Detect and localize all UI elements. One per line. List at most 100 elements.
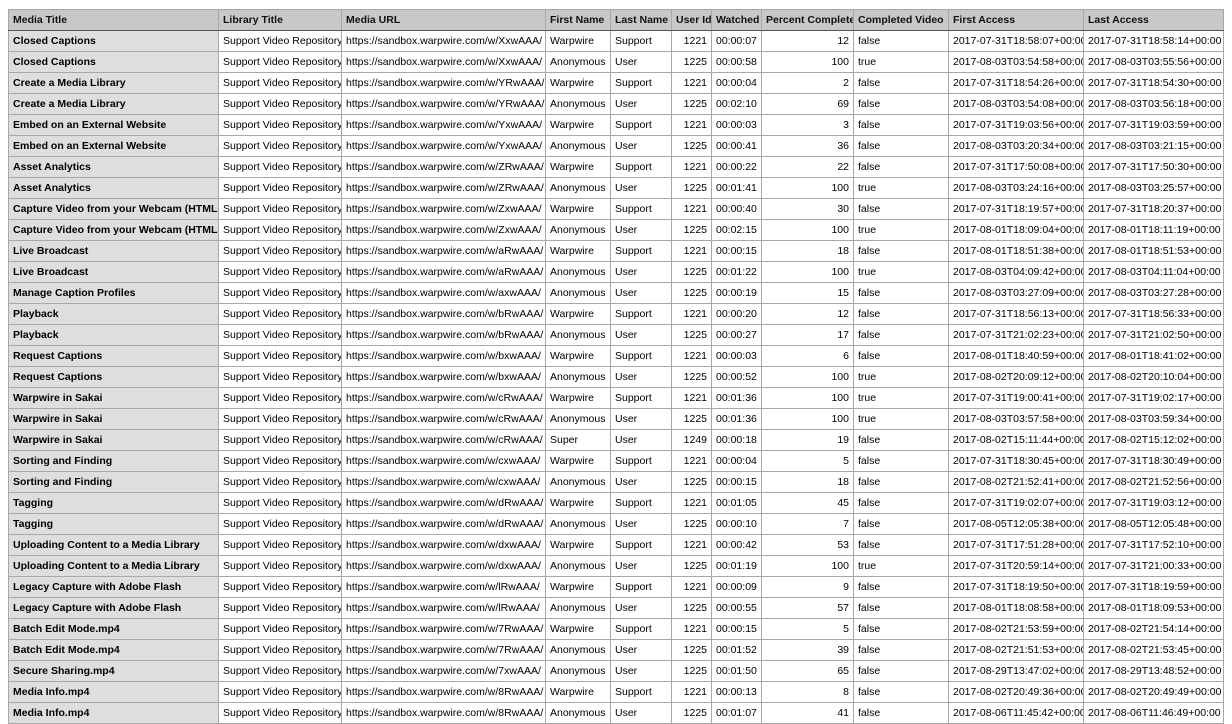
cell-media-url: https://sandbox.warpwire.com/w/XxwAAA/ — [341, 51, 546, 73]
cell-last-name: Support — [610, 387, 672, 409]
column-header-percent-complete[interactable]: Percent Complete — [761, 9, 854, 31]
table-row[interactable]: Manage Caption Profiles Support Video Rep… — [8, 282, 1224, 304]
table-row[interactable]: Live Broadcast Support Video Repository ht… — [8, 261, 1224, 283]
cell-first-name: Anonymous — [545, 324, 611, 346]
cell-first-name: Warpwire — [545, 576, 611, 598]
cell-percent-complete: 100 — [761, 408, 854, 430]
cell-first-name: Anonymous — [545, 513, 611, 535]
table-row[interactable]: Capture Video from your Webcam (HTML5) Su… — [8, 219, 1224, 241]
cell-user-id: 1225 — [671, 366, 712, 388]
cell-percent-complete: 15 — [761, 282, 854, 304]
cell-completed-video: true — [853, 366, 949, 388]
table-row[interactable]: Playback Support Video Repository https://… — [8, 324, 1224, 346]
cell-last-access: 2017-08-02T15:12:02+00:00 — [1083, 429, 1224, 451]
cell-user-id: 1225 — [671, 639, 712, 661]
cell-watched: 00:00:10 — [711, 513, 762, 535]
cell-completed-video: false — [853, 513, 949, 535]
table-row[interactable]: Sorting and Finding Support Video Reposit… — [8, 450, 1224, 472]
cell-last-access: 2017-08-03T03:25:57+00:00 — [1083, 177, 1224, 199]
column-header-first-name[interactable]: First Name — [545, 9, 611, 31]
cell-percent-complete: 45 — [761, 492, 854, 514]
table-row[interactable]: Asset Analytics Support Video Repository h… — [8, 156, 1224, 178]
cell-last-access: 2017-08-03T04:11:04+00:00 — [1083, 261, 1224, 283]
table-row[interactable]: Sorting and Finding Support Video Reposit… — [8, 471, 1224, 493]
table-row[interactable]: Secure Sharing.mp4 Support Video Reposito… — [8, 660, 1224, 682]
cell-library-title: Support Video Repository — [218, 513, 342, 535]
cell-last-name: User — [610, 702, 672, 724]
table-row[interactable]: Embed on an External Website Support Vide… — [8, 114, 1224, 136]
cell-first-access: 2017-07-31T20:59:14+00:00 — [948, 555, 1084, 577]
cell-last-access: 2017-07-31T18:30:49+00:00 — [1083, 450, 1224, 472]
cell-library-title: Support Video Repository — [218, 576, 342, 598]
cell-user-id: 1221 — [671, 303, 712, 325]
table-row[interactable]: Batch Edit Mode.mp4 Support Video Reposit… — [8, 639, 1224, 661]
cell-media-url: https://sandbox.warpwire.com/w/dRwAAA/ — [341, 513, 546, 535]
column-header-library-title[interactable]: Library Title — [218, 9, 342, 31]
cell-media-title: Media Info.mp4 — [8, 681, 219, 703]
table-row[interactable]: Live Broadcast Support Video Repository ht… — [8, 240, 1224, 262]
cell-library-title: Support Video Repository — [218, 450, 342, 472]
cell-last-access: 2017-07-31T18:56:33+00:00 — [1083, 303, 1224, 325]
cell-completed-video: true — [853, 177, 949, 199]
column-header-user-id[interactable]: User Id — [671, 9, 712, 31]
column-header-first-access[interactable]: First Access — [948, 9, 1084, 31]
cell-library-title: Support Video Repository — [218, 660, 342, 682]
cell-completed-video: false — [853, 93, 949, 115]
cell-completed-video: false — [853, 639, 949, 661]
column-header-watched[interactable]: Watched — [711, 9, 762, 31]
table-row[interactable]: Request Captions Support Video Repository… — [8, 345, 1224, 367]
cell-percent-complete: 22 — [761, 156, 854, 178]
column-header-last-access[interactable]: Last Access — [1083, 9, 1224, 31]
table-row[interactable]: Create a Media Library Support Video Repo… — [8, 93, 1224, 115]
cell-percent-complete: 41 — [761, 702, 854, 724]
table-row[interactable]: Playback Support Video Repository https://… — [8, 303, 1224, 325]
cell-media-url: https://sandbox.warpwire.com/w/8RwAAA/ — [341, 681, 546, 703]
cell-first-access: 2017-08-02T21:53:59+00:00 — [948, 618, 1084, 640]
table-body: Closed Captions Support Video Repository h… — [8, 30, 1224, 724]
cell-last-access: 2017-07-31T17:52:10+00:00 — [1083, 534, 1224, 556]
cell-library-title: Support Video Repository — [218, 303, 342, 325]
cell-first-access: 2017-07-31T18:56:13+00:00 — [948, 303, 1084, 325]
cell-percent-complete: 57 — [761, 597, 854, 619]
table-row[interactable]: Warpwire in Sakai Support Video Repositor… — [8, 429, 1224, 451]
table-row[interactable]: Uploading Content to a Media Library Supp… — [8, 534, 1224, 556]
cell-percent-complete: 100 — [761, 366, 854, 388]
cell-first-access: 2017-08-02T21:51:53+00:00 — [948, 639, 1084, 661]
table-row[interactable]: Request Captions Support Video Repository… — [8, 366, 1224, 388]
cell-first-name: Super — [545, 429, 611, 451]
cell-last-name: User — [610, 261, 672, 283]
cell-first-access: 2017-08-06T11:45:42+00:00 — [948, 702, 1084, 724]
table-row[interactable]: Asset Analytics Support Video Repository h… — [8, 177, 1224, 199]
table-row[interactable]: Capture Video from your Webcam (HTML5) Su… — [8, 198, 1224, 220]
table-row[interactable]: Media Info.mp4 Support Video Repository ht… — [8, 702, 1224, 724]
column-header-media-title[interactable]: Media Title — [8, 9, 219, 31]
table-row[interactable]: Closed Captions Support Video Repository h… — [8, 51, 1224, 73]
table-row[interactable]: Legacy Capture with Adobe Flash Support V… — [8, 597, 1224, 619]
table-row[interactable]: Create a Media Library Support Video Repo… — [8, 72, 1224, 94]
cell-first-name: Warpwire — [545, 72, 611, 94]
cell-percent-complete: 36 — [761, 135, 854, 157]
cell-completed-video: true — [853, 51, 949, 73]
column-header-media-url[interactable]: Media URL — [341, 9, 546, 31]
column-header-completed-video[interactable]: Completed Video — [853, 9, 949, 31]
cell-media-title: Playback — [8, 324, 219, 346]
cell-last-name: Support — [610, 198, 672, 220]
table-row[interactable]: Batch Edit Mode.mp4 Support Video Reposit… — [8, 618, 1224, 640]
column-header-last-name[interactable]: Last Name — [610, 9, 672, 31]
table-row[interactable]: Closed Captions Support Video Repository h… — [8, 30, 1224, 52]
table-row[interactable]: Media Info.mp4 Support Video Repository ht… — [8, 681, 1224, 703]
cell-last-name: Support — [610, 240, 672, 262]
table-row[interactable]: Tagging Support Video Repository https://s… — [8, 513, 1224, 535]
cell-library-title: Support Video Repository — [218, 198, 342, 220]
cell-first-access: 2017-07-31T17:51:28+00:00 — [948, 534, 1084, 556]
table-row[interactable]: Legacy Capture with Adobe Flash Support V… — [8, 576, 1224, 598]
table-row[interactable]: Embed on an External Website Support Vide… — [8, 135, 1224, 157]
cell-last-access: 2017-07-31T21:02:50+00:00 — [1083, 324, 1224, 346]
table-row[interactable]: Warpwire in Sakai Support Video Repositor… — [8, 387, 1224, 409]
cell-library-title: Support Video Repository — [218, 555, 342, 577]
cell-first-name: Warpwire — [545, 198, 611, 220]
cell-first-name: Anonymous — [545, 639, 611, 661]
table-row[interactable]: Tagging Support Video Repository https://s… — [8, 492, 1224, 514]
table-row[interactable]: Warpwire in Sakai Support Video Repositor… — [8, 408, 1224, 430]
table-row[interactable]: Uploading Content to a Media Library Supp… — [8, 555, 1224, 577]
